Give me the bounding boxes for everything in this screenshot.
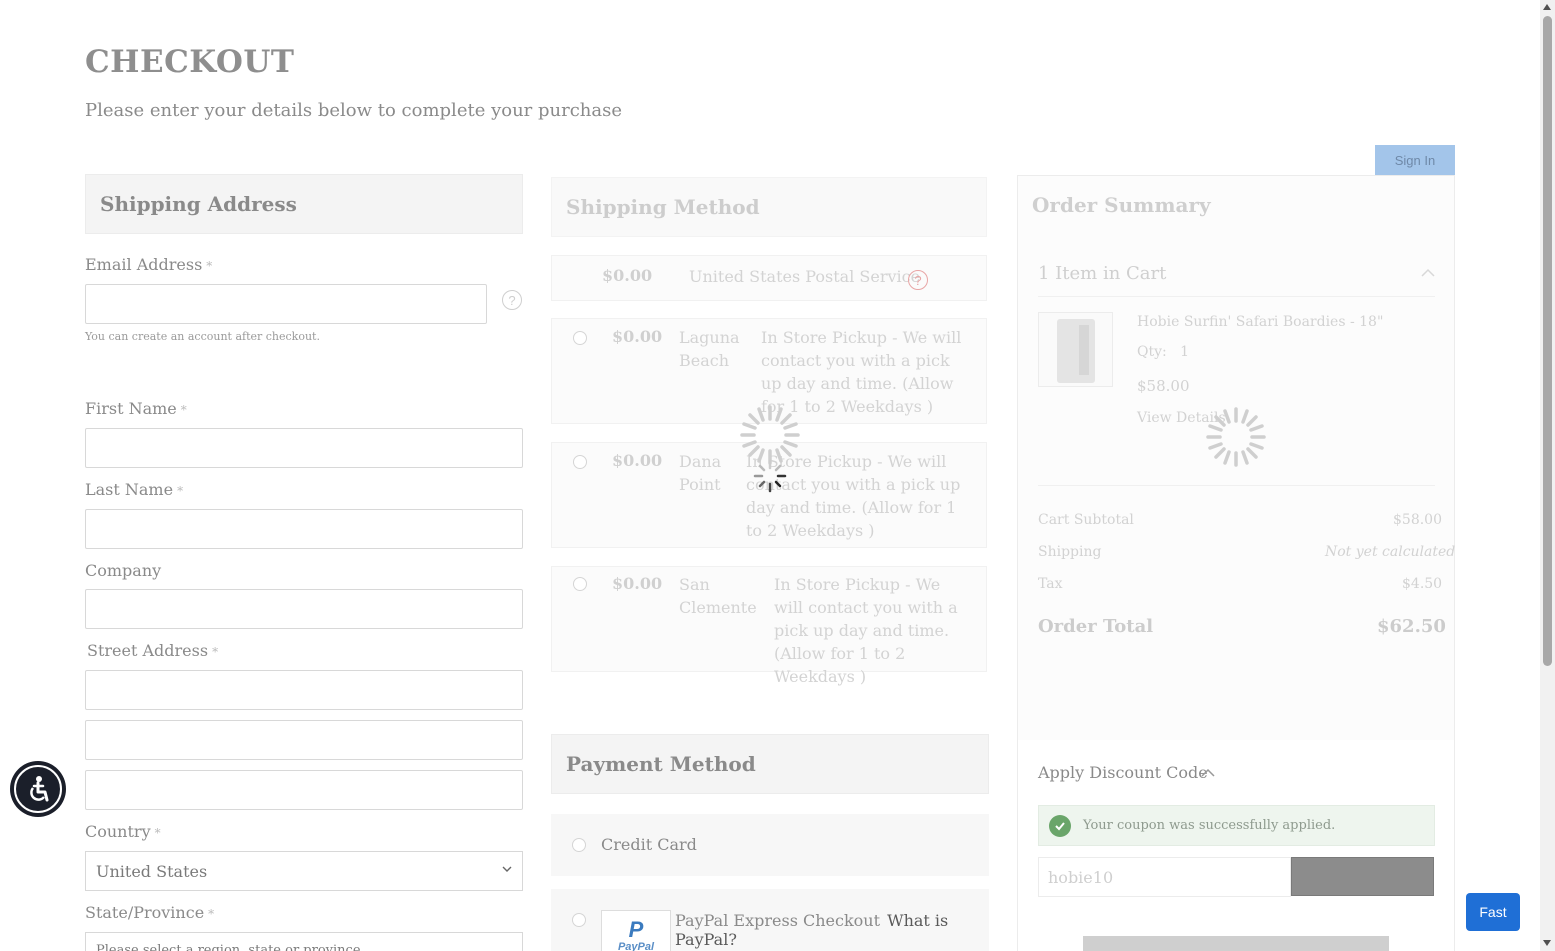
company-label: Company xyxy=(85,561,162,580)
first-name-field[interactable] xyxy=(85,428,523,468)
shipping-option-price: $0.00 xyxy=(602,266,653,285)
last-name-field[interactable] xyxy=(85,509,523,549)
check-circle-icon xyxy=(1049,815,1071,837)
state-select[interactable]: Please select a region, state or provinc… xyxy=(85,932,523,951)
payment-method-heading: Payment Method xyxy=(551,734,989,794)
company-field[interactable] xyxy=(85,589,523,629)
shipping-option-usps[interactable]: $0.00 United States Postal Service ? xyxy=(551,255,987,301)
street-line-1-field[interactable] xyxy=(85,670,523,710)
street-label: Street Address * xyxy=(87,641,219,660)
first-name-label: First Name * xyxy=(85,399,187,418)
shipping-option-location: Dana Point xyxy=(679,452,722,494)
order-total-value: $62.50 xyxy=(1377,616,1446,637)
payment-option-paypal[interactable]: P PayPal PayPal Express Checkout What is… xyxy=(551,889,989,951)
order-total-label: Order Total xyxy=(1038,616,1154,637)
email-field[interactable] xyxy=(85,284,487,324)
product-name: Hobie Surfin' Safari Boardies - 18" xyxy=(1137,314,1384,330)
shipping-option-location: San Clemente xyxy=(679,575,757,617)
scrollbar-thumb[interactable] xyxy=(1543,16,1552,666)
page-subtitle: Please enter your details below to compl… xyxy=(85,100,623,121)
sign-in-button[interactable]: Sign In xyxy=(1375,145,1455,175)
divider xyxy=(1038,296,1435,297)
shipping-option-price: $0.00 xyxy=(612,327,663,346)
state-select-placeholder: Please select a region, state or provinc… xyxy=(96,943,365,951)
tax-label: Tax xyxy=(1038,576,1063,592)
divider xyxy=(1038,485,1435,486)
shipping-address-heading: Shipping Address xyxy=(85,174,523,234)
payment-option-radio[interactable] xyxy=(572,838,586,852)
cart-subtotal-value: $58.00 xyxy=(1393,512,1442,528)
order-summary-heading: Order Summary xyxy=(1032,193,1211,217)
street-line-2-field[interactable] xyxy=(85,720,523,760)
payment-option-radio[interactable] xyxy=(572,913,586,927)
credit-card-label: Credit Card xyxy=(601,835,697,854)
chevron-down-icon xyxy=(502,866,512,872)
tax-value: $4.50 xyxy=(1402,576,1443,592)
accessibility-icon xyxy=(30,776,49,802)
coupon-success-message: Your coupon was successfully applied. xyxy=(1038,805,1435,846)
shipping-option-price: $0.00 xyxy=(612,451,663,470)
chevron-up-icon[interactable] xyxy=(1201,768,1215,778)
cart-subtotal-label: Cart Subtotal xyxy=(1038,512,1134,528)
discount-code-field[interactable]: hobie10 xyxy=(1038,857,1291,897)
help-icon[interactable]: ? xyxy=(908,270,928,290)
shipping-option-description: In Store Pickup - We will contact you wi… xyxy=(774,575,958,686)
last-name-label: Last Name * xyxy=(85,480,184,499)
items-in-cart[interactable]: 1 Item in Cart xyxy=(1038,263,1166,284)
shipping-option-san-clemente[interactable]: $0.00 San Clemente In Store Pickup - We … xyxy=(551,566,987,686)
payment-option-credit-card[interactable]: Credit Card xyxy=(551,814,989,876)
state-label: State/Province * xyxy=(85,903,215,922)
chevron-up-icon[interactable] xyxy=(1421,268,1435,278)
product-price: $58.00 xyxy=(1137,377,1190,395)
help-icon[interactable]: ? xyxy=(502,290,522,310)
place-order-button[interactable] xyxy=(1083,936,1389,951)
shipping-option-price: $0.00 xyxy=(612,574,663,593)
email-hint: You can create an account after checkout… xyxy=(85,330,320,343)
shipping-label: Shipping xyxy=(1038,544,1102,560)
product-thumbnail xyxy=(1038,312,1113,387)
shipping-value: Not yet calculated xyxy=(1325,544,1456,560)
page-title: CHECKOUT xyxy=(85,44,295,80)
country-label: Country * xyxy=(85,822,161,841)
product-qty: Qty: 1 xyxy=(1137,344,1190,360)
shipping-option-carrier: United States Postal Service xyxy=(689,267,921,286)
cancel-coupon-button[interactable] xyxy=(1291,857,1434,896)
paypal-logo: P PayPal xyxy=(601,910,671,951)
shipping-option-radio[interactable] xyxy=(573,577,587,591)
shipping-option-radio[interactable] xyxy=(573,331,587,345)
loading-spinner-small-icon xyxy=(753,459,787,493)
country-select-value: United States xyxy=(96,861,208,881)
apply-discount-heading[interactable]: Apply Discount Code xyxy=(1038,763,1208,782)
country-select[interactable]: United States xyxy=(85,851,523,891)
fast-checkout-button[interactable]: Fast xyxy=(1466,893,1520,931)
scroll-down-arrow-icon[interactable] xyxy=(1543,940,1551,946)
street-line-3-field[interactable] xyxy=(85,770,523,810)
paypal-label: PayPal Express Checkout What is PayPal? xyxy=(675,911,949,949)
scroll-up-arrow-icon[interactable] xyxy=(1543,4,1551,10)
accessibility-button[interactable] xyxy=(10,761,66,817)
shipping-method-heading: Shipping Method xyxy=(551,177,987,237)
loading-spinner-icon xyxy=(1206,407,1266,467)
scrollbar[interactable] xyxy=(1540,0,1555,951)
email-label: Email Address * xyxy=(85,255,213,274)
shipping-option-radio[interactable] xyxy=(573,455,587,469)
shipping-option-location: Laguna Beach xyxy=(679,328,740,370)
